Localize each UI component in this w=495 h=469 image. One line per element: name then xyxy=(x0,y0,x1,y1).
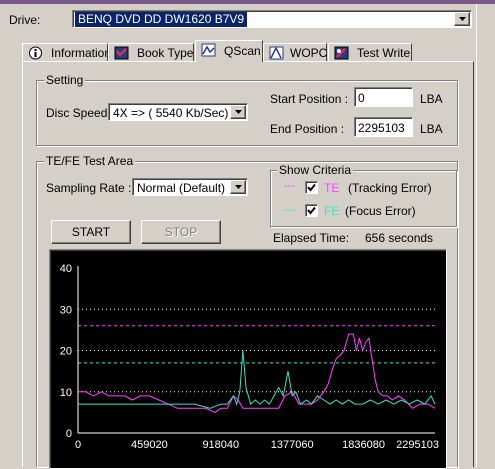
tab-information[interactable]: Information xyxy=(22,43,112,62)
title-bar-strip xyxy=(0,0,495,4)
start-button-label: START xyxy=(71,225,111,239)
x-tick-label: 2295103 xyxy=(396,439,439,451)
window-right-edge xyxy=(476,4,495,467)
y-tick-label: 0 xyxy=(66,428,72,440)
sampling-rate-select[interactable]: Normal (Default) xyxy=(132,178,248,196)
tab-book-type[interactable]: Book Type xyxy=(108,43,194,62)
show-criteria-group xyxy=(270,170,457,227)
te-line-swatch: --- xyxy=(284,180,295,192)
sampling-rate-dropdown-button[interactable] xyxy=(230,180,246,194)
x-tick-label: 1377060 xyxy=(271,439,314,451)
start-lba-unit: LBA xyxy=(420,92,443,106)
checkmark-icon xyxy=(307,183,316,192)
x-tick-label: 0 xyxy=(75,439,81,451)
x-tick-label: 1836080 xyxy=(342,439,385,451)
fe-line-swatch: --- xyxy=(284,204,295,216)
checkmark-icon xyxy=(307,206,316,215)
x-tick-label: 459020 xyxy=(131,439,168,451)
setting-group-title: Setting xyxy=(44,73,86,87)
disc-speed-value: 4X => ( 5540 Kb/Sec) xyxy=(113,106,229,120)
end-position-label: End Position : xyxy=(270,122,345,136)
qscan-icon xyxy=(201,43,216,57)
disc-speed-select[interactable]: 4X => ( 5540 Kb/Sec) xyxy=(108,103,248,121)
info-icon xyxy=(29,46,42,60)
drive-select[interactable]: BENQ DVD DD DW1620 B7V9 xyxy=(72,10,472,28)
fe-checkbox[interactable] xyxy=(305,204,318,217)
disc-speed-label: Disc Speed: xyxy=(46,106,111,120)
test-area-title: TE/FE Test Area xyxy=(44,154,136,168)
x-tick-label: 918040 xyxy=(202,439,239,451)
fe-code: FE xyxy=(324,204,340,218)
start-position-input[interactable]: 0 xyxy=(354,87,413,107)
wopc-icon xyxy=(269,46,284,60)
start-button[interactable]: START xyxy=(51,220,131,244)
book-type-icon xyxy=(114,46,129,60)
y-tick-label: 20 xyxy=(60,346,72,358)
elapsed-time-value: 656 seconds xyxy=(365,231,434,245)
drive-dropdown-button[interactable] xyxy=(454,12,470,26)
sampling-rate-label: Sampling Rate : xyxy=(46,181,132,195)
chevron-down-icon xyxy=(235,110,242,114)
test-write-icon xyxy=(334,46,349,60)
te-description: (Tracking Error) xyxy=(348,181,432,195)
te-code: TE xyxy=(324,181,340,195)
disc-speed-dropdown-button[interactable] xyxy=(230,105,246,119)
chevron-down-icon xyxy=(235,185,242,189)
elapsed-time-label: Elapsed Time: xyxy=(273,231,350,245)
y-tick-label: 30 xyxy=(60,304,72,316)
tab-wopc-label: WOPC xyxy=(290,46,328,60)
end-position-value: 2295103 xyxy=(358,121,405,135)
te-fe-chart: 40 30 20 10 0 0 459020 918040 1377060 1836080 2295… xyxy=(49,249,447,469)
te-checkbox[interactable] xyxy=(305,181,318,194)
tab-test-write-label: Test Write xyxy=(357,46,411,60)
drive-select-value: BENQ DVD DD DW1620 B7V9 xyxy=(75,12,248,27)
start-position-value: 0 xyxy=(358,91,365,105)
stop-button[interactable]: STOP xyxy=(141,220,221,244)
y-tick-label: 10 xyxy=(60,387,72,399)
tab-book-type-label: Book Type xyxy=(137,46,194,60)
y-tick-label: 40 xyxy=(60,263,72,275)
end-lba-unit: LBA xyxy=(420,122,443,136)
chart-plot: 40 30 20 10 00 459020 918040 1377060 1836080 2295… xyxy=(60,263,439,451)
stop-button-label: STOP xyxy=(164,225,198,239)
tab-wopc[interactable]: WOPC xyxy=(263,43,327,62)
drive-label: Drive: xyxy=(9,13,41,27)
tab-test-write[interactable]: Test Write xyxy=(328,43,412,62)
end-position-input[interactable]: 2295103 xyxy=(354,117,413,137)
fe-description: (Focus Error) xyxy=(345,204,416,218)
start-position-label: Start Position : xyxy=(270,92,349,106)
chevron-down-icon xyxy=(459,17,466,21)
show-criteria-title: Show Criteria xyxy=(277,163,354,177)
tab-qscan-label: QScan xyxy=(224,44,261,58)
tab-information-label: Information xyxy=(51,46,112,60)
tab-qscan[interactable]: QScan xyxy=(195,40,263,62)
sampling-rate-value: Normal (Default) xyxy=(137,181,226,195)
